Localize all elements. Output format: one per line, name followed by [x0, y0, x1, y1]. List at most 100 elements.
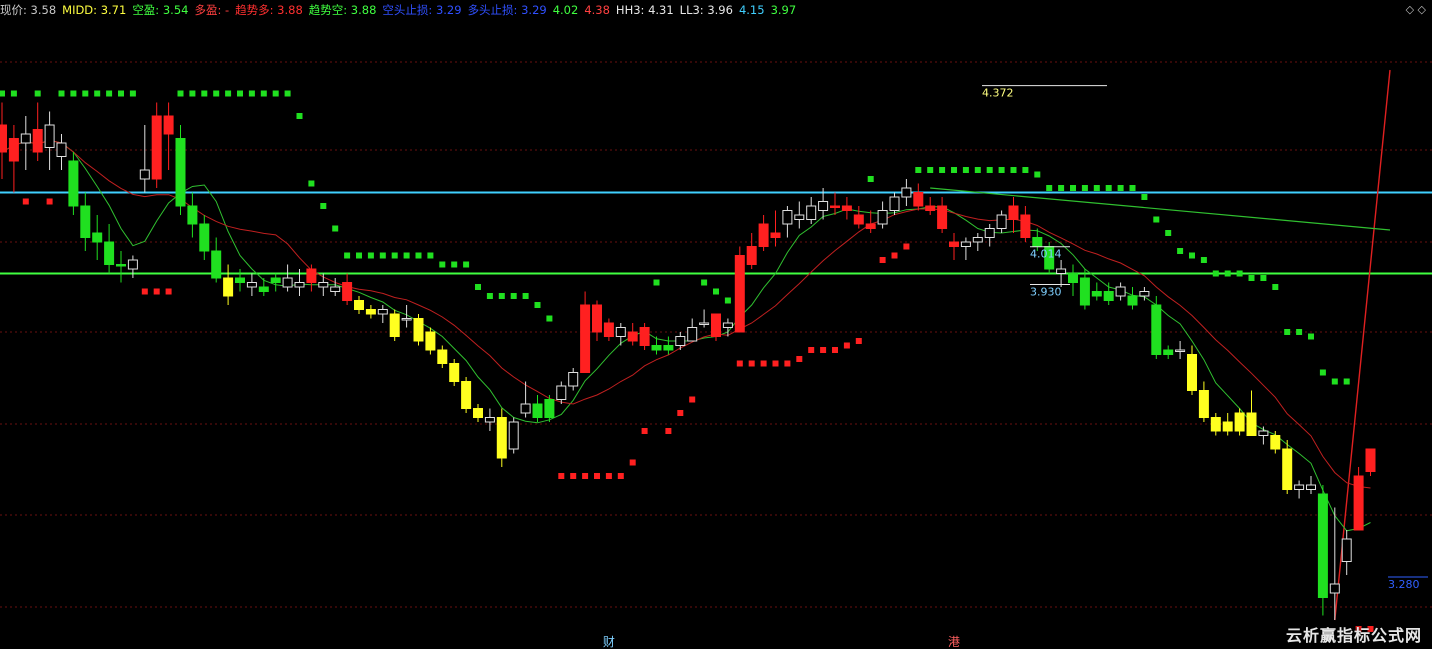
trend-dot-3 [34, 90, 41, 97]
trend-dot-95 [1129, 185, 1136, 191]
candle-body-8 [92, 232, 103, 243]
candle-body-70 [830, 205, 840, 208]
trend-dot-62 [736, 360, 743, 367]
candle-body-44 [520, 403, 531, 414]
trend-dot-37 [439, 261, 446, 268]
candle-body-84 [996, 214, 1007, 229]
trend-dot-83 [986, 167, 993, 173]
trend-dot-51 [605, 473, 612, 479]
candle-body-23 [270, 277, 281, 283]
trend-dot-102 [1212, 270, 1219, 277]
candle-body-38 [449, 363, 460, 382]
trend-dot-99 [1177, 248, 1184, 254]
candle-body-30 [354, 300, 364, 310]
candle-body-99 [1175, 349, 1186, 352]
trend-dot-55 [653, 279, 660, 286]
candle-body-85 [1008, 205, 1019, 220]
candle-body-94 [1115, 286, 1126, 297]
trend-dot-105 [1248, 275, 1255, 281]
up-trend-line [1334, 69, 1391, 621]
candle-body-4 [44, 124, 55, 148]
candle-body-80 [949, 241, 959, 247]
candle-body-57 [675, 336, 686, 346]
trend-dot-57 [677, 410, 684, 416]
trend-dot-80 [951, 167, 957, 173]
candle-body-5 [56, 142, 67, 157]
trend-dot-69 [820, 347, 827, 353]
candle-body-50 [592, 304, 602, 333]
candle-body-82 [972, 237, 983, 243]
candle-body-28 [330, 286, 341, 292]
trend-dot-89 [1058, 185, 1065, 191]
trend-dot-45 [534, 302, 541, 308]
candle-body-20 [235, 277, 245, 283]
trend-dot-12 [141, 288, 148, 295]
candle-body-29 [342, 282, 353, 301]
candle-body-102 [1210, 417, 1221, 432]
trend-dot-78 [927, 167, 934, 173]
candle-body-56 [663, 345, 674, 351]
trend-dot-96 [1141, 194, 1148, 200]
candle-body-3 [32, 129, 43, 153]
candle-body-37 [437, 349, 448, 364]
trend-dot-30 [356, 252, 362, 259]
trend-dot-53 [629, 459, 636, 466]
candle-body-25 [294, 282, 305, 288]
trend-dot-9 [106, 90, 113, 97]
trend-dot-44 [522, 293, 529, 299]
trend-dot-39 [463, 261, 470, 268]
trend-dot-36 [427, 252, 434, 259]
trend-dot-28 [332, 225, 339, 232]
candle-body-33 [389, 313, 400, 337]
candle-body-91 [1079, 277, 1090, 306]
trend-dot-70 [832, 347, 838, 353]
trend-dot-2 [22, 198, 29, 205]
candle-body-68 [806, 205, 817, 220]
trend-dot-20 [237, 90, 243, 97]
candle-body-63 [746, 246, 757, 265]
candle-body-35 [413, 318, 424, 342]
trend-dot-68 [808, 347, 815, 353]
trend-dot-98 [1165, 230, 1172, 236]
candle-body-52 [615, 327, 626, 337]
candle-body-89 [1056, 268, 1067, 274]
candle-body-66 [782, 210, 793, 225]
trend-dot-41 [486, 293, 493, 299]
trend-dot-6 [70, 90, 77, 97]
candle-body-103 [1222, 421, 1233, 432]
candle-body-34 [401, 318, 412, 321]
candle-body-93 [1103, 291, 1114, 301]
candle-body-9 [104, 241, 115, 265]
candle-body-72 [853, 214, 864, 225]
trend-dot-43 [510, 293, 517, 299]
trend-dot-66 [784, 360, 791, 367]
candle-body-19 [223, 277, 234, 297]
candle-body-53 [627, 331, 638, 342]
trend-dot-34 [403, 252, 410, 259]
trend-dot-29 [344, 252, 351, 259]
candle-body-95 [1127, 295, 1138, 306]
trend-dot-7 [82, 90, 89, 97]
trend-dot-106 [1260, 275, 1267, 281]
candle-body-108 [1282, 448, 1293, 490]
candle-body-60 [711, 313, 721, 337]
candle-body-107 [1270, 435, 1281, 450]
trend-dot-42 [498, 293, 505, 299]
trend-dot-85 [1010, 167, 1017, 173]
trend-dot-56 [665, 428, 672, 434]
trend-dot-14 [165, 288, 172, 295]
candle-body-81 [960, 241, 971, 247]
candle-body-15 [175, 138, 186, 207]
trend-dot-24 [284, 90, 291, 97]
trend-dot-91 [1081, 185, 1088, 191]
trend-dot-87 [1034, 171, 1041, 178]
trend-dot-38 [451, 261, 458, 268]
candle-body-101 [1198, 390, 1209, 418]
candle-body-55 [651, 345, 662, 351]
candle-body-115 [1365, 448, 1376, 472]
trend-dot-22 [260, 90, 267, 97]
trend-dot-64 [760, 360, 767, 367]
trend-dot-73 [867, 176, 874, 182]
trend-dot-77 [915, 167, 922, 173]
candle-body-47 [556, 385, 567, 400]
